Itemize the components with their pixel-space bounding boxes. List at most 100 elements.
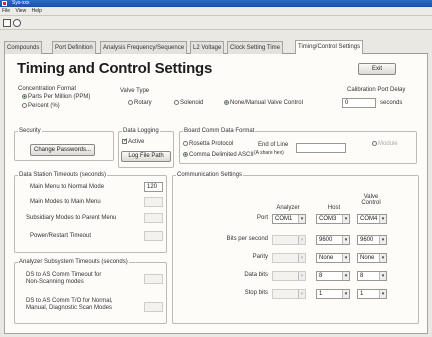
chevron-down-icon[interactable]: ▾	[342, 236, 349, 244]
chevron-down-icon[interactable]: ▾	[298, 290, 305, 298]
timeout-main-menu-input[interactable]: 120	[144, 182, 163, 192]
column-header-host: Host	[327, 205, 341, 211]
end-of-line-sublabel: (A share hex)	[254, 150, 284, 156]
timeout-subsidiary-input[interactable]	[144, 213, 163, 223]
select-value: 8	[360, 273, 364, 279]
select-value: None	[319, 255, 334, 261]
radio-module-indicator[interactable]	[372, 141, 377, 146]
select-value: 9600	[319, 237, 333, 243]
radio-none-manual[interactable]: None/Manual Valve Control	[224, 100, 303, 106]
chevron-down-icon[interactable]: ▾	[342, 272, 349, 280]
tab-clock-setting[interactable]: Clock Setting Time	[227, 41, 284, 54]
comm-parity-host-select[interactable]: None ▾	[316, 253, 350, 263]
select-value: 1	[360, 291, 364, 297]
end-of-line-input[interactable]	[296, 143, 346, 153]
comm-stop-bits-valve-control-select[interactable]: 1 ▾	[357, 289, 387, 299]
security-label: Security	[18, 128, 42, 134]
comm-data-bits-host-select[interactable]: 8 ▾	[316, 271, 350, 281]
timeout-row-label: Power/Restart Timeout	[30, 233, 92, 239]
chevron-down-icon[interactable]: ▾	[379, 254, 386, 262]
chevron-down-icon[interactable]: ▾	[379, 215, 386, 223]
tab-analysis-frequency[interactable]: Analysis Frequency/Sequence	[100, 41, 188, 54]
radio-rotary-indicator[interactable]	[128, 100, 133, 105]
analyzer-timeout-row-label: DS to AS Comm Timeout for Non-Scanning m…	[26, 272, 102, 285]
radio-solenoid-indicator[interactable]	[174, 100, 179, 105]
chevron-down-icon[interactable]: ▾	[379, 236, 386, 244]
chevron-down-icon[interactable]: ▾	[379, 272, 386, 280]
select-value: COM4	[360, 216, 378, 222]
radio-rosetta-protocol[interactable]: Rosetta Protocol	[183, 141, 233, 147]
refresh-icon[interactable]	[13, 19, 21, 27]
tab-l2-voltage[interactable]: L2 Voltage	[190, 41, 225, 54]
title-bar: Sys-xxx	[0, 0, 432, 7]
valve-type-label: Valve Type	[120, 88, 150, 94]
column-header-analyzer: Analyzer	[276, 205, 300, 211]
chevron-down-icon[interactable]: ▾	[342, 290, 349, 298]
page-title: Timing and Control Settings	[17, 60, 213, 77]
radio-none-manual-indicator[interactable]	[224, 100, 229, 105]
radio-ppm-indicator[interactable]	[22, 94, 27, 99]
comm-row-label: Bits per second	[226, 236, 268, 242]
comm-port-host-select[interactable]: COM3 ▾	[316, 214, 350, 224]
application-window: Sys-xxx File View Help Compounds Port De…	[0, 0, 432, 337]
radio-solenoid[interactable]: Solenoid	[174, 100, 203, 106]
data-logging-label: Data Logging	[122, 128, 160, 134]
chevron-down-icon[interactable]: ▾	[298, 254, 305, 262]
column-header-valve-control: Valve Control	[361, 194, 381, 206]
radio-percent-label: Percent (%)	[28, 103, 60, 110]
chevron-down-icon[interactable]: ▾	[298, 272, 305, 280]
select-value: COM3	[319, 216, 337, 222]
tab-port-definition[interactable]: Port Definition	[52, 41, 96, 54]
comm-data-bits-analyzer-select[interactable]: ▾	[272, 271, 306, 281]
tab-timing-control-settings[interactable]: Timing/Control Settings	[295, 40, 364, 55]
comm-data-bits-valve-control-select[interactable]: 8 ▾	[357, 271, 387, 281]
menu-file[interactable]: File	[2, 8, 10, 14]
radio-comma-indicator[interactable]	[183, 152, 188, 157]
radio-ppm[interactable]: Parts Per Million (PPM)	[22, 94, 90, 100]
chevron-down-icon[interactable]: ▾	[298, 236, 305, 244]
comm-stop-bits-analyzer-select[interactable]: ▾	[272, 289, 306, 299]
menu-help[interactable]: Help	[32, 8, 42, 14]
comm-port-analyzer-select[interactable]: COM1 ▾	[272, 214, 306, 224]
save-icon[interactable]	[3, 19, 11, 27]
analyzer-non-scanning-input[interactable]	[144, 274, 163, 284]
select-value: 8	[319, 273, 323, 279]
tab-compounds[interactable]: Compounds	[4, 41, 43, 54]
comm-bits-per-second-analyzer-select[interactable]: ▾	[272, 235, 306, 245]
radio-rosetta-indicator[interactable]	[183, 141, 188, 146]
calibration-delay-unit: seconds	[380, 100, 403, 106]
exit-button[interactable]: Exit	[358, 63, 396, 75]
checkbox-active-label: Active	[128, 139, 145, 146]
menu-view[interactable]: View	[15, 8, 26, 14]
calibration-delay-label: Calibration Port Delay	[347, 87, 406, 93]
chevron-down-icon[interactable]: ▾	[379, 290, 386, 298]
station-timeouts-label: Data Station Timeouts (seconds)	[18, 172, 108, 178]
radio-none-manual-label: None/Manual Valve Control	[230, 100, 303, 107]
comm-parity-valve-control-select[interactable]: None ▾	[357, 253, 387, 263]
log-file-path-button[interactable]: Log File Path	[121, 151, 171, 162]
data-logging-active-checkbox[interactable]: Active	[122, 137, 145, 146]
timeout-row-label: Main Menu to Normal Mode	[30, 184, 105, 190]
timeout-main-modes-input[interactable]	[144, 197, 163, 207]
radio-percent[interactable]: Percent (%)	[22, 103, 60, 109]
comm-row-label: Stop bits	[244, 290, 268, 296]
analyzer-scan-modes-input[interactable]	[144, 302, 163, 312]
radio-module[interactable]: Module	[372, 141, 398, 147]
radio-rotary[interactable]: Rotary	[128, 100, 152, 106]
calibration-delay-input[interactable]: 0	[342, 98, 376, 108]
timeout-power-restart-input[interactable]	[144, 231, 163, 241]
chevron-down-icon[interactable]: ▾	[342, 254, 349, 262]
comm-bits-per-second-host-select[interactable]: 9600 ▾	[316, 235, 350, 245]
chevron-down-icon[interactable]: ▾	[342, 215, 349, 223]
radio-percent-indicator[interactable]	[22, 103, 27, 108]
radio-solenoid-label: Solenoid	[180, 100, 204, 107]
comm-port-valve-control-select[interactable]: COM4 ▾	[357, 214, 387, 224]
comm-stop-bits-host-select[interactable]: 1 ▾	[316, 289, 350, 299]
menu-bar: File View Help	[0, 7, 432, 16]
change-passwords-button[interactable]: Change Passwords...	[30, 144, 95, 156]
comm-bits-per-second-valve-control-select[interactable]: 9600 ▾	[357, 235, 387, 245]
comm-parity-analyzer-select[interactable]: ▾	[272, 253, 306, 263]
chevron-down-icon[interactable]: ▾	[298, 215, 305, 223]
checkbox-active-indicator[interactable]	[122, 137, 128, 144]
radio-comma-delimited[interactable]: Comma Delimited ASCII	[183, 152, 254, 158]
